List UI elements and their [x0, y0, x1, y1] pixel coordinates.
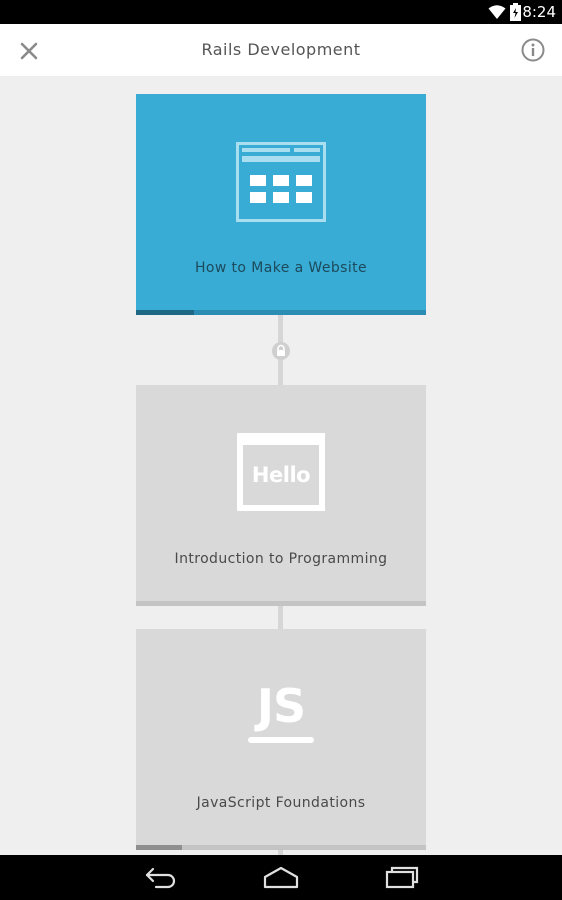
- page-title: Rails Development: [201, 40, 361, 59]
- course-card-how-to-make-a-website[interactable]: How to Make a Website: [136, 94, 426, 315]
- battery-icon: [510, 3, 521, 21]
- website-icon: [236, 142, 326, 222]
- course-track: How to Make a Website Hello Introduction…: [0, 76, 562, 855]
- course-title: JavaScript Foundations: [196, 795, 366, 811]
- hello-window-icon: Hello: [237, 433, 325, 511]
- course-title: Introduction to Programming: [174, 551, 388, 567]
- course-card-introduction-to-programming[interactable]: Hello Introduction to Programming: [136, 385, 426, 606]
- js-icon: JS: [241, 681, 321, 747]
- wifi-icon: [488, 5, 506, 19]
- js-underline: [248, 737, 314, 743]
- app-header: Rails Development: [0, 24, 562, 76]
- recents-icon[interactable]: [385, 865, 419, 889]
- progress-bar: [136, 601, 426, 606]
- progress-fill: [136, 310, 194, 315]
- status-bar: 8:24: [0, 0, 562, 24]
- track-connector: [278, 605, 283, 629]
- hello-icon-text: Hello: [251, 463, 311, 487]
- navigation-bar: [0, 855, 562, 900]
- home-icon[interactable]: [263, 865, 299, 889]
- progress-bar: [136, 845, 426, 850]
- lock-icon: [272, 342, 290, 360]
- course-title: How to Make a Website: [194, 260, 368, 276]
- back-icon[interactable]: [144, 865, 178, 889]
- info-icon[interactable]: [520, 37, 546, 63]
- progress-fill: [136, 845, 183, 850]
- progress-bar: [136, 310, 426, 315]
- course-card-javascript-foundations[interactable]: JS JavaScript Foundations: [136, 629, 426, 850]
- status-time: 8:24: [522, 3, 556, 21]
- js-icon-text: JS: [256, 679, 306, 733]
